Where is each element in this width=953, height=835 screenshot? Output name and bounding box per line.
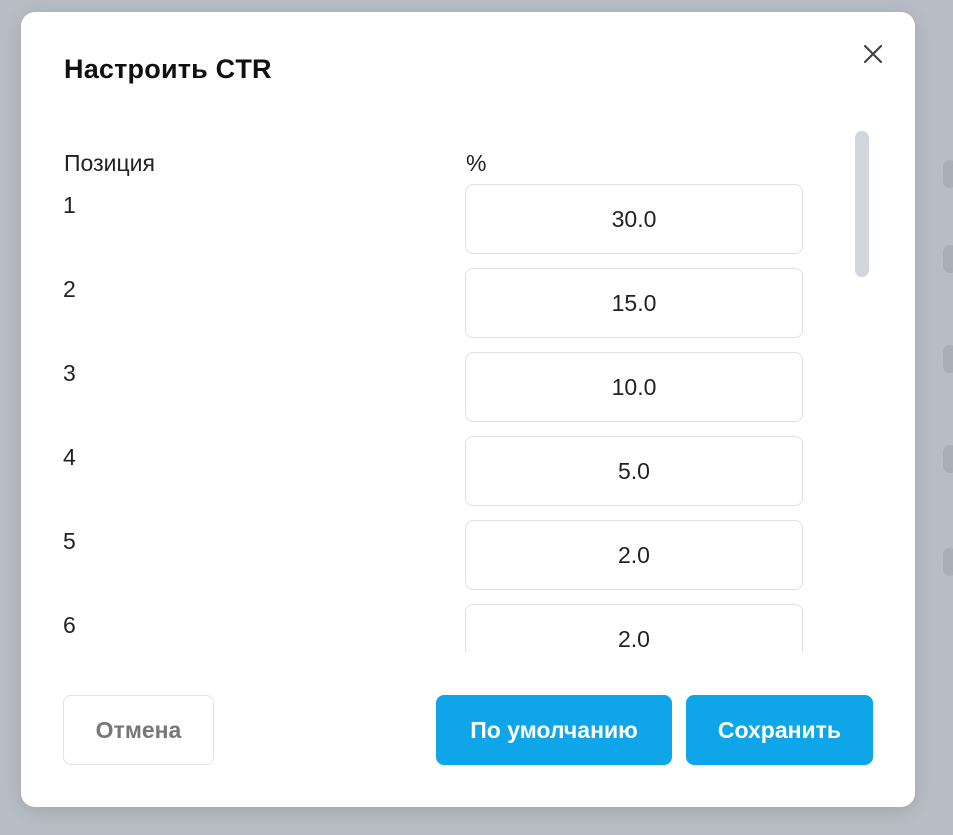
save-button[interactable]: Сохранить	[686, 695, 873, 765]
dialog-title: Настроить CTR	[64, 54, 272, 84]
ctr-percent-input[interactable]	[465, 436, 803, 506]
reset-defaults-button[interactable]: По умолчанию	[436, 695, 672, 765]
position-column-header: Позиция	[64, 150, 155, 176]
table-row: 5	[21, 520, 881, 590]
background-decoration	[943, 345, 953, 373]
row-position-label: 1	[63, 192, 76, 218]
background-decoration	[943, 160, 953, 188]
background-decoration	[943, 245, 953, 273]
background-decoration	[943, 548, 953, 576]
ctr-percent-input[interactable]	[465, 268, 803, 338]
table-row: 6	[21, 604, 881, 652]
close-button[interactable]	[859, 40, 887, 68]
table-row: 2	[21, 268, 881, 338]
row-position-label: 5	[63, 528, 76, 554]
row-position-label: 3	[63, 360, 76, 386]
row-position-label: 6	[63, 612, 76, 638]
cancel-button[interactable]: Отмена	[63, 695, 214, 765]
ctr-settings-dialog: Настроить CTR Позиция % 1 2 3 4 5	[21, 12, 915, 807]
row-position-label: 2	[63, 276, 76, 302]
table-row: 4	[21, 436, 881, 506]
ctr-percent-input[interactable]	[465, 352, 803, 422]
ctr-percent-input[interactable]	[465, 184, 803, 254]
table-row: 1	[21, 184, 881, 254]
ctr-percent-input[interactable]	[465, 520, 803, 590]
background-decoration	[943, 445, 953, 473]
close-icon	[863, 44, 883, 64]
ctr-table-scroll-area[interactable]: Позиция % 1 2 3 4 5 6	[21, 130, 881, 652]
percent-column-header: %	[466, 150, 487, 176]
scrollbar-thumb[interactable]	[855, 131, 869, 277]
table-row: 3	[21, 352, 881, 422]
ctr-percent-input[interactable]	[465, 604, 803, 652]
row-position-label: 4	[63, 444, 76, 470]
